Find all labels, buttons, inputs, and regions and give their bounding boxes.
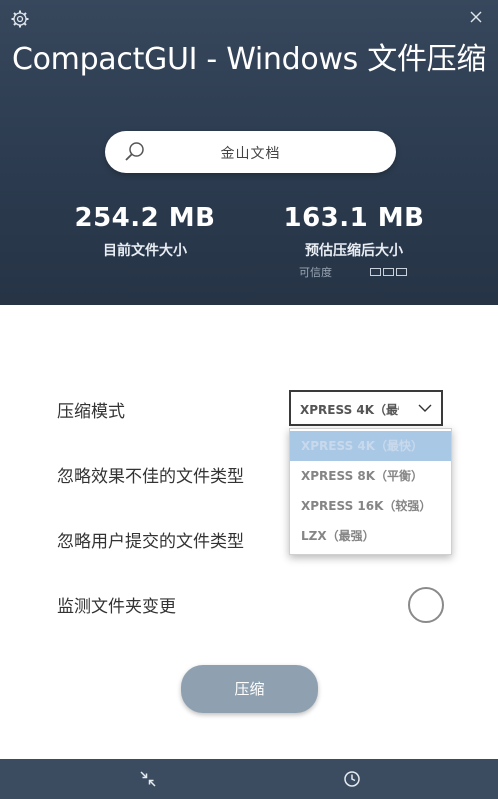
compress-arrows-icon <box>140 771 156 787</box>
current-size-value: 254.2 MB <box>74 203 216 233</box>
compression-mode-dropdown: XPRESS 4K（最快） XPRESS 8K（平衡） XPRESS 16K（较… <box>289 428 452 555</box>
monitor-folder-toggle[interactable] <box>408 587 444 623</box>
history-button[interactable] <box>249 759 498 799</box>
compression-mode-select[interactable]: XPRESS 4K（最快） <box>289 390 443 426</box>
dropdown-option-xpress4k[interactable]: XPRESS 4K（最快） <box>290 431 451 461</box>
compress-view-button[interactable] <box>0 759 249 799</box>
confidence-indicator <box>370 268 409 287</box>
folder-search-bar[interactable]: 金山文档 <box>105 131 396 173</box>
selected-folder-name: 金山文档 <box>220 146 281 162</box>
confidence-label: 可信度 <box>299 266 332 279</box>
skip-user-filetypes-label: 忽略用户提交的文件类型 <box>57 532 244 552</box>
dropdown-option-xpress8k[interactable]: XPRESS 8K（平衡） <box>290 461 451 491</box>
close-icon[interactable] <box>468 9 484 25</box>
header-panel: CompactGUI - Windows 文件压缩 金山文档 254.2 MB … <box>0 0 498 305</box>
monitor-folder-label: 监测文件夹变更 <box>57 597 176 617</box>
estimated-size-value: 163.1 MB <box>283 203 425 233</box>
current-size-label: 目前文件大小 <box>103 243 187 259</box>
confidence-box <box>396 268 407 276</box>
compress-button[interactable]: 压缩 <box>181 665 318 713</box>
skip-poor-filetypes-label: 忽略效果不佳的文件类型 <box>57 467 244 487</box>
confidence-box <box>383 268 394 276</box>
gear-icon[interactable] <box>10 9 30 29</box>
footer-bar <box>0 759 498 799</box>
dropdown-option-lzx[interactable]: LZX（最强） <box>290 521 451 551</box>
app-title: CompactGUI - Windows 文件压缩 <box>11 42 487 77</box>
chevron-down-icon <box>418 404 432 412</box>
clock-icon <box>344 771 360 787</box>
estimated-size-label: 预估压缩后大小 <box>305 243 403 259</box>
dropdown-option-xpress16k[interactable]: XPRESS 16K（较强） <box>290 491 451 521</box>
confidence-box <box>370 268 381 276</box>
compression-mode-label: 压缩模式 <box>57 402 125 422</box>
